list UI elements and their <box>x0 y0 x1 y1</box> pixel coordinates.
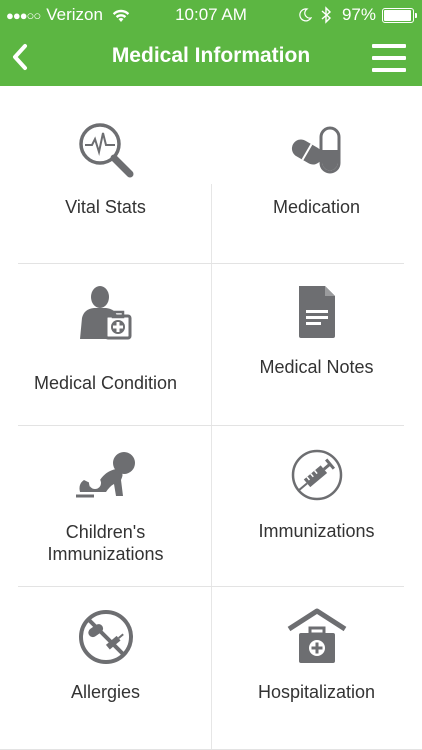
page-title: Medical Information <box>111 44 311 67</box>
battery-fill <box>384 9 412 21</box>
document-icon <box>298 286 335 338</box>
crawling-baby-icon <box>75 452 135 498</box>
tile-label: Vital Stats <box>65 197 146 217</box>
app-header: ●●●○○ Verizon 10:07 AM 97% Medical Infor… <box>0 0 422 86</box>
syringe-icon <box>291 449 342 501</box>
tile-medication[interactable]: Medication <box>211 86 422 263</box>
tile-medical-notes[interactable]: Medical Notes <box>211 264 422 425</box>
tile-immunizations[interactable]: Immunizations <box>211 426 422 586</box>
tile-label: Allergies <box>70 682 141 702</box>
tile-allergies[interactable]: Allergies <box>0 587 211 749</box>
tile-label: Hospitalization <box>257 682 376 702</box>
tile-childrens-immunizations[interactable]: Children's Immunizations <box>0 426 211 586</box>
tile-hospitalization[interactable]: Hospitalization <box>211 587 422 749</box>
magnifier-heartbeat-icon <box>78 123 133 178</box>
battery-percent: 97% <box>341 5 376 24</box>
battery-icon <box>382 7 417 23</box>
tile-label: Immunizations <box>258 521 375 541</box>
tile-label: Medication <box>272 197 361 217</box>
tile-vital-stats[interactable]: Vital Stats <box>0 86 211 263</box>
tile-label: Children's Immunizations <box>47 522 164 564</box>
bluetooth-icon <box>321 6 331 24</box>
hospital-icon <box>287 608 346 663</box>
moon-icon <box>299 8 312 22</box>
tile-label: Medical Notes <box>259 357 374 377</box>
pills-icon <box>291 126 340 174</box>
tile-medical-condition[interactable]: Medical Condition <box>0 264 211 425</box>
tile-label: Medical Condition <box>33 373 178 393</box>
nav-bar: Medical Information <box>0 30 422 86</box>
no-medication-icon <box>78 610 133 664</box>
patient-medkit-icon <box>79 286 131 340</box>
hamburger-menu-icon[interactable] <box>372 44 406 72</box>
menu-grid: Vital Stats Medication Medical Condition <box>0 86 422 750</box>
status-bar: ●●●○○ Verizon 10:07 AM 97% <box>0 0 422 30</box>
